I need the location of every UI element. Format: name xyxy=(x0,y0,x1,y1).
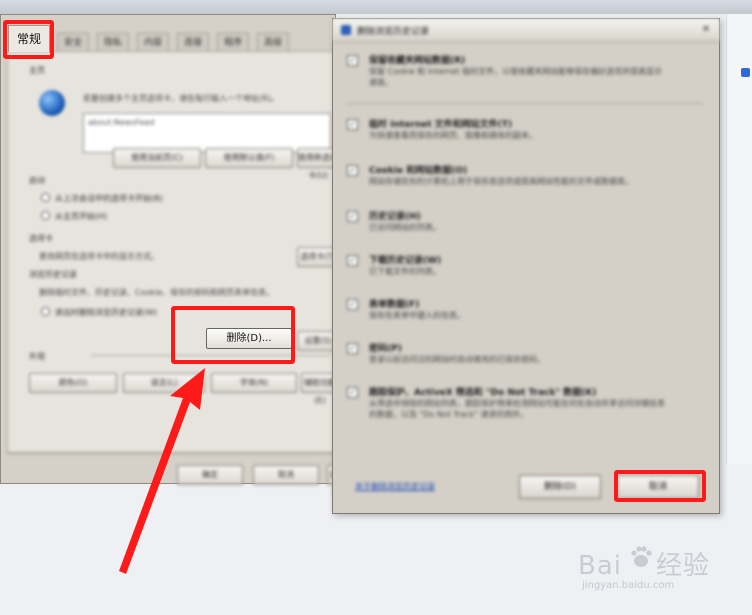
use-current-button[interactable]: 使用当前页(C) xyxy=(113,148,201,168)
delete-on-exit-checkbox[interactable]: 退出时删除浏览历史记录(W) xyxy=(41,307,157,318)
checkbox-icon[interactable]: ✓ xyxy=(347,387,358,398)
background-window-rail xyxy=(726,14,752,464)
option-desc: 网站存储在你的计算机上用于保存首选项或提高网站性能的文件或数据库。 xyxy=(369,177,633,186)
option-desc: 从筛选中排除的网站列表，跟踪保护用来检测网站可能在何处自动共享访问详细信息的数据… xyxy=(369,399,665,419)
baidu-paw-icon xyxy=(631,546,652,567)
option-desc: 保存在表单中键入的信息。 xyxy=(369,311,465,320)
checkbox-icon[interactable]: ✓ xyxy=(347,165,358,176)
globe-icon xyxy=(39,90,65,116)
checkbox-icon[interactable]: ✓ xyxy=(347,255,358,266)
option-desc: 登录以前访问过的网站时自动填充的已保存密码。 xyxy=(369,355,545,364)
option-title: 历史记录(H) xyxy=(369,212,421,222)
internet-options-dialog: 安全 隐私 内容 连接 程序 高级 主页 若要创建多个主页选项卡，请在每行输入一… xyxy=(0,14,349,497)
delete-button-highlight xyxy=(171,306,295,364)
fonts-button[interactable]: 字体(N) xyxy=(211,373,297,393)
tab-programs[interactable]: 程序 xyxy=(217,33,250,52)
cancel-button-highlight xyxy=(614,470,706,502)
delete-confirm-button[interactable]: 删除(D) xyxy=(519,475,601,499)
tab-connections[interactable]: 连接 xyxy=(177,33,210,52)
option-title: Cookie 和网站数据(O) xyxy=(369,166,468,176)
option-desc: 为快速查看而保存的网页、图像和媒体的副本。 xyxy=(369,131,537,140)
watermark-brand-text: Bai xyxy=(578,551,622,581)
ok-button[interactable]: 确定 xyxy=(177,465,243,485)
option-title: 临时 Internet 文件和网站文件(T) xyxy=(369,120,513,130)
tab-content[interactable]: 内容 xyxy=(137,33,170,52)
tabs-group-label: 选项卡 xyxy=(29,234,53,243)
history-group-label: 浏览历史记录 xyxy=(29,270,77,279)
watermark-suffix: 经验 xyxy=(656,551,711,581)
background-icon xyxy=(741,68,750,77)
startup-group-label: 启动 xyxy=(29,176,45,185)
languages-button[interactable]: 语言(L) xyxy=(123,373,205,393)
use-default-button[interactable]: 使用默认值(F) xyxy=(205,148,293,168)
startup-last-session-radio[interactable]: 从上次会话中的选项卡开始(B) xyxy=(41,193,163,204)
option-title: 跟踪保护、ActiveX 筛选和 "Do Not Track" 数据(K) xyxy=(369,388,597,398)
appearance-group-label: 外观 xyxy=(29,352,45,361)
option-separator xyxy=(347,103,703,104)
dialog-title: 删除浏览历史记录 xyxy=(357,27,430,37)
background-window-strip xyxy=(0,0,752,14)
colors-button[interactable]: 颜色(O) xyxy=(29,373,117,393)
checkbox-icon[interactable]: ✓ xyxy=(347,119,358,130)
homepage-group-label: 主页 xyxy=(29,66,45,75)
watermark-url: jingyan.baidu.com xyxy=(582,580,675,591)
general-tab-highlight xyxy=(3,20,54,59)
close-icon[interactable]: ✕ xyxy=(699,23,713,37)
dialog-titlebar: 删除浏览历史记录 ✕ xyxy=(333,19,719,42)
tab-strip: 安全 隐私 内容 连接 程序 高级 xyxy=(9,27,335,53)
tab-privacy[interactable]: 隐私 xyxy=(97,33,130,52)
option-title: 下载历史记录(W) xyxy=(369,256,442,266)
checkbox-icon[interactable]: ✓ xyxy=(347,55,358,66)
homepage-url-input[interactable]: about:NewsFeed xyxy=(83,113,331,153)
cancel-button[interactable]: 取消 xyxy=(253,465,319,485)
tab-advanced[interactable]: 高级 xyxy=(257,33,290,52)
about-delete-history-link[interactable]: 关于删除浏览历史记录 xyxy=(355,481,435,492)
option-desc: 已访问网站的列表。 xyxy=(369,223,441,232)
option-desc: 保留 Cookie 和 Internet 临时文件，以使收藏夹网站能够保存偏好选… xyxy=(369,67,663,87)
option-title: 表单数据(F) xyxy=(369,300,420,310)
option-title: 密码(P) xyxy=(369,344,402,354)
option-desc: 已下载文件的列表。 xyxy=(369,267,441,276)
option-title: 保留收藏夹网站数据(R) xyxy=(369,56,466,66)
ie-icon xyxy=(341,25,351,35)
checkbox-icon[interactable]: ✓ xyxy=(347,299,358,310)
footer-separator xyxy=(7,453,337,454)
homepage-description: 若要创建多个主页选项卡，请在每行输入一个地址(R)。 xyxy=(83,94,279,103)
checkbox-icon[interactable]: ✓ xyxy=(347,211,358,222)
startup-homepage-radio[interactable]: 从主页开始(H) xyxy=(41,211,107,222)
tab-security[interactable]: 安全 xyxy=(57,33,90,52)
tabs-description: 更改网页在选项卡中的显示方式。 xyxy=(39,252,159,261)
checkbox-icon[interactable]: ✓ xyxy=(347,343,358,354)
history-description: 删除临时文件、历史记录、Cookie、保存的密码和网页表单信息。 xyxy=(39,288,275,297)
delete-history-dialog: 删除浏览历史记录 ✕ ✓ 保留收藏夹网站数据(R) 保留 Cookie 和 In… xyxy=(332,18,720,514)
